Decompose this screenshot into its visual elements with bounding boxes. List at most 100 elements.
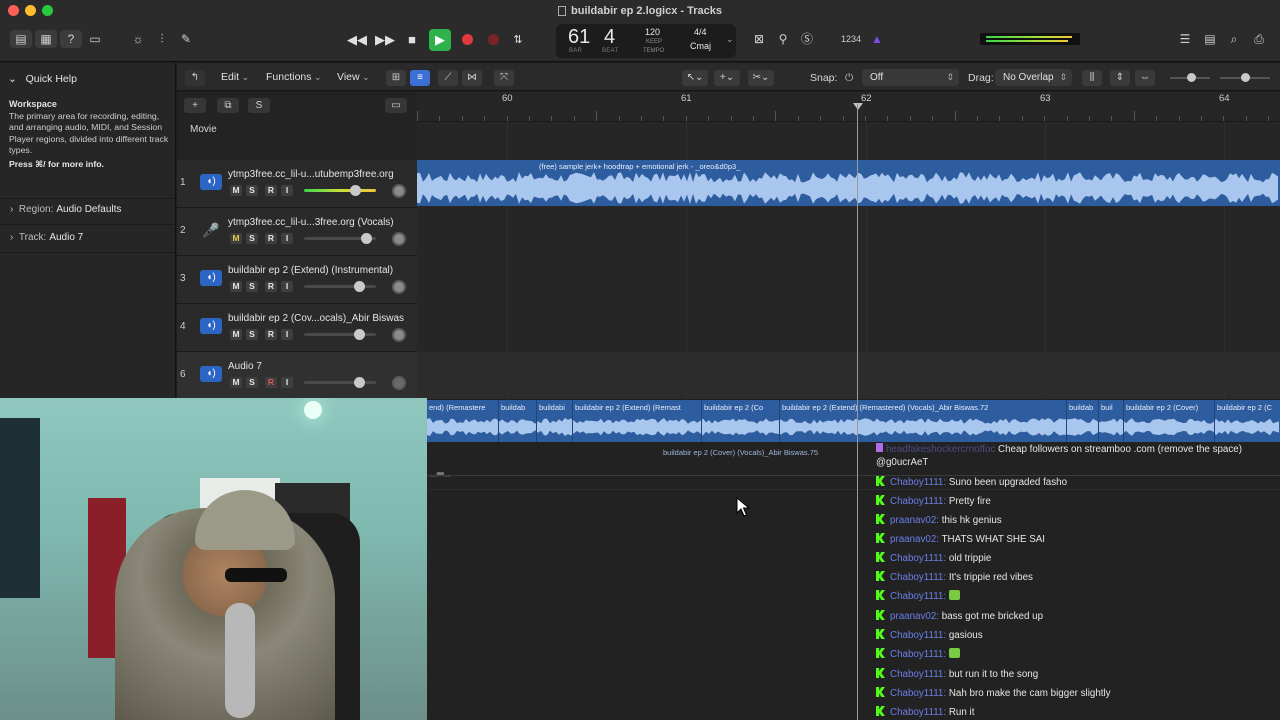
solo-button[interactable]: S bbox=[246, 185, 258, 196]
fast-forward-icon[interactable]: ▶▶ bbox=[374, 29, 396, 51]
replace-icon[interactable]: ⊠ bbox=[748, 30, 770, 48]
solo-button[interactable]: S bbox=[246, 377, 258, 388]
audio-region[interactable]: buil bbox=[1098, 400, 1122, 442]
mute-button[interactable]: M bbox=[230, 185, 242, 196]
track-header-1[interactable]: 1 ◖) ytmp3free.cc_lil-u...utubemp3free.o… bbox=[177, 160, 417, 208]
drag-select[interactable]: No Overlap bbox=[995, 69, 1072, 86]
track-header-4[interactable]: 4 ◖) buildabir ep 2 (Cov...ocals)_Abir B… bbox=[177, 304, 417, 352]
record-enable-button[interactable]: R bbox=[265, 233, 277, 244]
duplicate-track-icon[interactable]: ⧉ bbox=[217, 98, 239, 113]
input-monitor-button[interactable]: I bbox=[281, 233, 293, 244]
audio-region[interactable]: buildab bbox=[1066, 400, 1098, 442]
mute-button[interactable]: M bbox=[230, 377, 242, 388]
record-enable-button[interactable]: R bbox=[265, 185, 277, 196]
record-enable-button[interactable]: R bbox=[265, 281, 277, 292]
solo-button[interactable]: S bbox=[246, 233, 258, 244]
view-menu[interactable]: View bbox=[332, 70, 375, 86]
track-header-6[interactable]: 6 ◖) Audio 7 M S R I bbox=[177, 352, 417, 400]
record-button[interactable] bbox=[457, 29, 477, 51]
count-in-button[interactable]: 1234 bbox=[838, 30, 864, 48]
volume-fader[interactable] bbox=[304, 377, 376, 388]
mute-button[interactable]: M bbox=[230, 281, 242, 292]
selected-track-lane[interactable] bbox=[417, 352, 1280, 400]
edit-menu[interactable]: Edit bbox=[216, 70, 254, 86]
minimize-window-button[interactable] bbox=[25, 5, 36, 16]
vertical-zoom-slider[interactable] bbox=[1170, 73, 1210, 82]
solo-icon[interactable]: Ⓢ bbox=[796, 30, 818, 48]
record-enable-button[interactable]: R bbox=[265, 329, 277, 340]
volume-fader[interactable] bbox=[304, 185, 376, 196]
audio-region[interactable]: buildabir ep 2 (Co bbox=[701, 400, 778, 442]
volume-fader[interactable] bbox=[304, 329, 376, 340]
inspector-icon[interactable]: ▦ bbox=[35, 30, 57, 48]
catch-icon[interactable]: ⤧ bbox=[494, 70, 514, 86]
track-header-2[interactable]: 2 🎤 ytmp3free.cc_lil-u...3free.org (Voca… bbox=[177, 208, 417, 256]
record-enable-button[interactable]: R bbox=[265, 377, 277, 388]
zoom-window-button[interactable] bbox=[42, 5, 53, 16]
capture-record-button[interactable] bbox=[483, 29, 503, 51]
input-monitor-button[interactable]: I bbox=[281, 377, 293, 388]
global-solo-button[interactable]: S bbox=[248, 98, 270, 113]
pan-knob[interactable] bbox=[392, 280, 406, 294]
pointer-tool-icon[interactable]: ↖⌄ bbox=[682, 70, 708, 86]
audio-region[interactable]: buildab bbox=[498, 400, 534, 442]
pan-knob[interactable] bbox=[392, 232, 406, 246]
notepad-icon[interactable]: ▤ bbox=[1199, 30, 1221, 48]
loop-browser-icon[interactable]: ⎙ bbox=[1248, 30, 1270, 48]
audio-region-strip[interactable]: end) (Remastere buildab buildabi buildab… bbox=[427, 400, 1280, 442]
add-track-button[interactable]: + bbox=[184, 98, 206, 113]
editors-icon[interactable]: ✎ bbox=[175, 30, 197, 48]
mixer-icon[interactable]: ⫶ bbox=[151, 30, 173, 48]
input-monitor-button[interactable]: I bbox=[281, 185, 293, 196]
play-button[interactable]: ▶ bbox=[429, 29, 451, 51]
back-icon[interactable]: ↰ bbox=[185, 70, 205, 86]
vertical-zoom-icon[interactable]: ⇕ bbox=[1110, 70, 1130, 86]
audio-region[interactable]: buildabir ep 2 (C bbox=[1214, 400, 1280, 442]
horizontal-zoom-slider[interactable] bbox=[1220, 73, 1270, 82]
mute-button[interactable]: M bbox=[230, 329, 242, 340]
functions-menu[interactable]: Functions bbox=[261, 70, 327, 86]
audio-region[interactable]: buildabir ep 2 (Cover) bbox=[1123, 400, 1214, 442]
pencil-tool-icon[interactable]: +⌄ bbox=[714, 70, 740, 86]
pan-knob[interactable] bbox=[392, 328, 406, 342]
list-editors-icon[interactable]: ☰ bbox=[1174, 30, 1196, 48]
cycle-icon[interactable]: ⇅ bbox=[508, 29, 528, 51]
waveform-zoom-icon[interactable]: ⫼ bbox=[1082, 70, 1102, 86]
input-monitor-button[interactable]: I bbox=[281, 329, 293, 340]
snap-power-icon[interactable]: ⏻ bbox=[845, 72, 853, 85]
close-window-button[interactable] bbox=[8, 5, 19, 16]
region-inspector-row[interactable]: › Region: Audio Defaults bbox=[10, 204, 121, 215]
track-header-3[interactable]: 3 ◖) buildabir ep 2 (Extend) (Instrument… bbox=[177, 256, 417, 304]
playhead[interactable] bbox=[857, 104, 858, 720]
rewind-icon[interactable]: ◀◀ bbox=[346, 29, 368, 51]
playhead-handle[interactable] bbox=[853, 103, 863, 110]
list-view-icon[interactable]: ≡ bbox=[410, 70, 430, 86]
solo-button[interactable]: S bbox=[246, 329, 258, 340]
scissors-tool-icon[interactable]: ✂⌄ bbox=[748, 70, 774, 86]
audio-region[interactable]: buildabir ep 2 (Extend) (Remast bbox=[572, 400, 700, 442]
volume-fader[interactable] bbox=[304, 233, 376, 244]
toolbar-icon[interactable]: ▭ bbox=[84, 30, 106, 48]
stop-icon[interactable]: ■ bbox=[402, 29, 422, 51]
lcd-chevron-icon[interactable]: ⌄ bbox=[726, 34, 734, 45]
browser-icon[interactable]: ⌕ bbox=[1223, 30, 1245, 48]
input-monitor-button[interactable]: I bbox=[281, 281, 293, 292]
metronome-icon[interactable]: ▲ bbox=[866, 30, 888, 48]
quick-help-header[interactable]: ⌄ Quick Help bbox=[8, 73, 77, 85]
tuner-icon[interactable]: ⚲ bbox=[772, 30, 794, 48]
smart-controls-icon[interactable]: ☼ bbox=[127, 30, 149, 48]
flex-icon[interactable]: ⋈ bbox=[462, 70, 482, 86]
pan-knob[interactable] bbox=[392, 376, 406, 390]
automation-icon[interactable]: ⟋ bbox=[438, 70, 458, 86]
solo-button[interactable]: S bbox=[246, 281, 258, 292]
track-options-icon[interactable]: ▭ bbox=[385, 98, 407, 113]
lcd-display[interactable]: 61 4 BAR BEAT 120 KEEP TEMPO 4/4 Cmaj ⌄ bbox=[556, 24, 736, 58]
bar-ruler[interactable]: 60 61 62 63 64 bbox=[417, 92, 1280, 122]
quick-help-icon[interactable]: ? bbox=[60, 30, 82, 48]
audio-region[interactable]: buildabir ep 2 (Extend) (Remastered) (Vo… bbox=[779, 400, 1064, 442]
audio-region[interactable]: end) (Remastere bbox=[427, 400, 498, 442]
track-inspector-row[interactable]: › Track: Audio 7 bbox=[10, 232, 83, 243]
pan-knob[interactable] bbox=[392, 184, 406, 198]
grid-view-icon[interactable]: ⊞ bbox=[386, 70, 406, 86]
volume-fader[interactable] bbox=[304, 281, 376, 292]
